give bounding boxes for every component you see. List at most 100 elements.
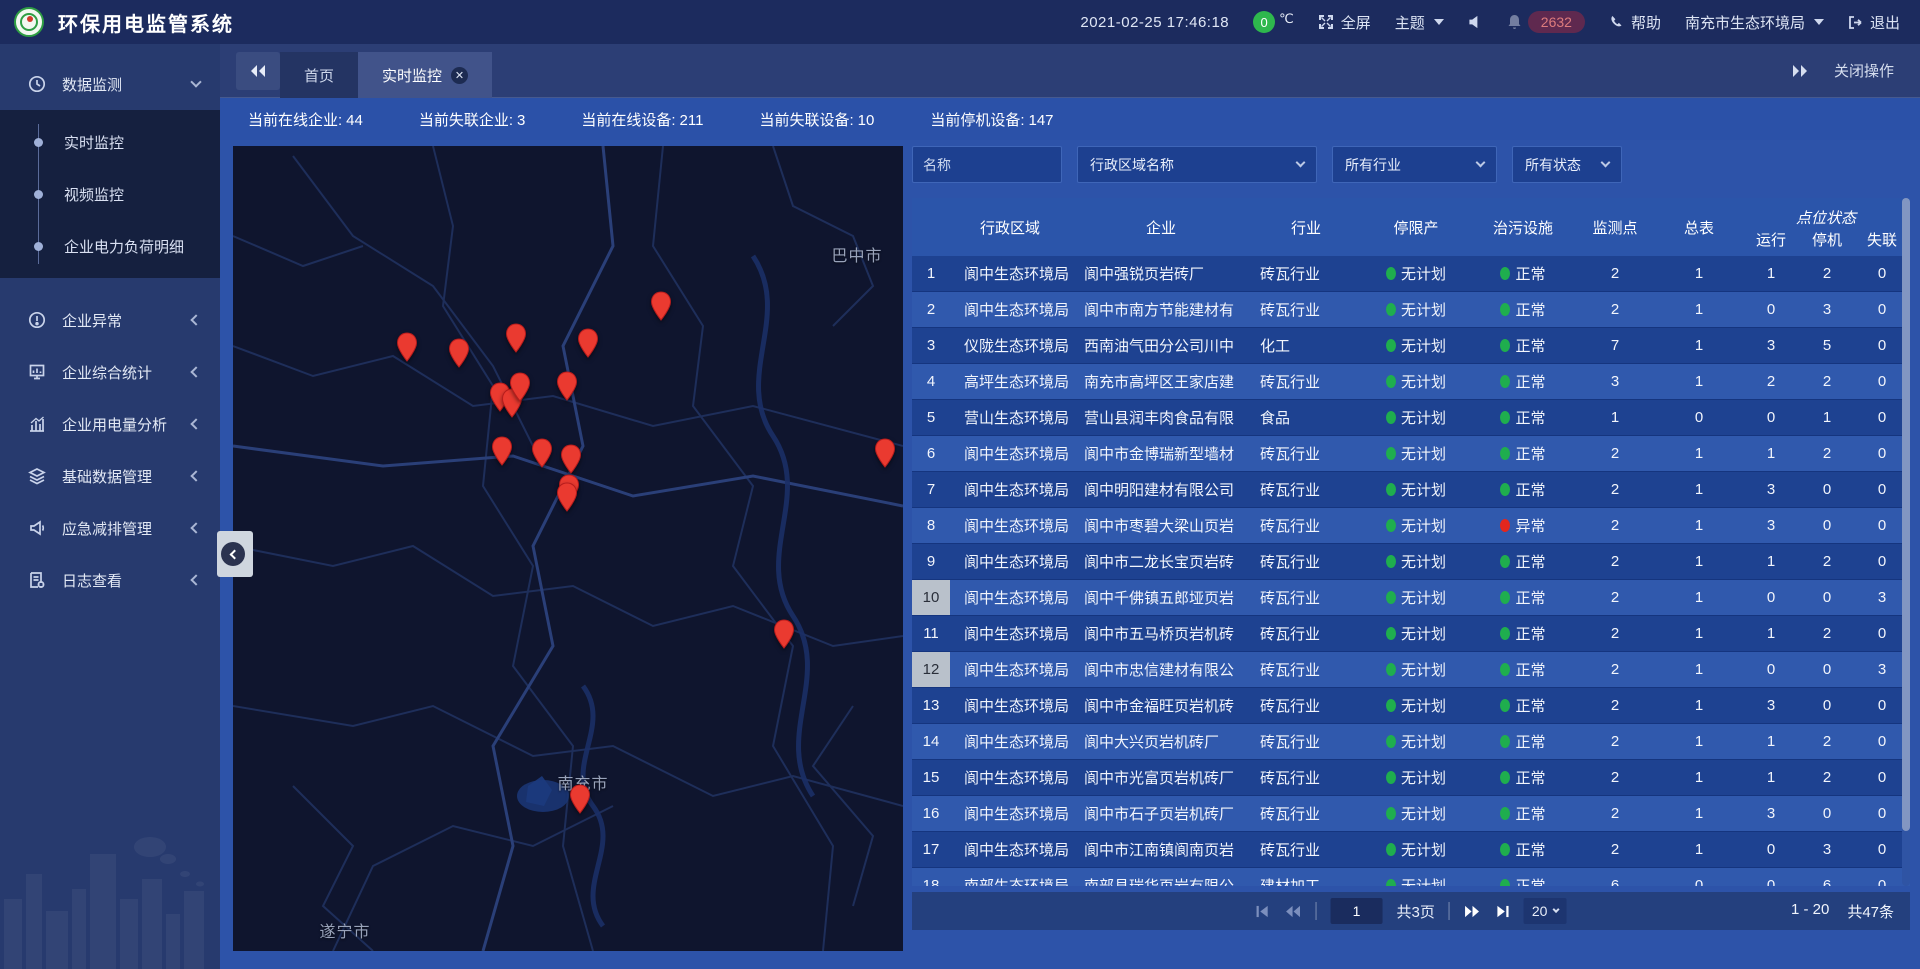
last-page-button[interactable] <box>1495 905 1510 918</box>
map-pin[interactable] <box>569 784 591 814</box>
sidebar-item-video-monitor[interactable]: 视频监控 <box>0 168 220 220</box>
table-row[interactable]: 1 阆中生态环境局 阆中强锐页岩砖厂 砖瓦行业 无计划 正常 2 1 1 2 0 <box>912 256 1910 292</box>
cell-stop-status: 无计划 <box>1360 335 1472 356</box>
cell-run-count: 1 <box>1742 445 1800 462</box>
table-row[interactable]: 3 仪陇生态环境局 西南油气田分公司川中 化工 无计划 正常 7 1 3 5 0 <box>912 328 1910 364</box>
cell-treatment-status: 正常 <box>1472 623 1574 644</box>
first-page-button[interactable] <box>1256 905 1271 918</box>
next-page-button[interactable] <box>1464 905 1481 918</box>
table-row[interactable]: 5 营山生态环境局 营山县润丰肉食品有限 食品 无计划 正常 1 0 0 1 0 <box>912 400 1910 436</box>
app-logo <box>14 7 44 37</box>
map-pin[interactable] <box>491 436 513 466</box>
map-pin[interactable] <box>509 372 531 402</box>
sidebar-item-power-analysis[interactable]: 企业用电量分析 <box>0 398 220 450</box>
table-row[interactable]: 6 阆中生态环境局 阆中市金博瑞新型墙材 砖瓦行业 无计划 正常 2 1 1 2… <box>912 436 1910 472</box>
status-dot-green <box>1386 555 1396 568</box>
table-row[interactable]: 4 高坪生态环境局 南充市高坪区王家店建 砖瓦行业 无计划 正常 3 1 2 2… <box>912 364 1910 400</box>
table-row[interactable]: 9 阆中生态环境局 阆中市二龙长宝页岩砖 砖瓦行业 无计划 正常 2 1 1 2… <box>912 544 1910 580</box>
region-select[interactable]: 行政区域名称 <box>1077 146 1317 183</box>
sidebar-item-realtime-monitor[interactable]: 实时监控 <box>0 116 220 168</box>
page-size-select[interactable]: 20 <box>1524 898 1567 924</box>
theme-dropdown[interactable]: 主题 <box>1395 12 1444 33</box>
sidebar-item-data-monitor[interactable]: 数据监测 <box>0 58 220 110</box>
table-row[interactable]: 10 阆中生态环境局 阆中千佛镇五郎垭页岩 砖瓦行业 无计划 正常 2 1 0 … <box>912 580 1910 616</box>
industry-select[interactable]: 所有行业 <box>1332 146 1497 183</box>
tab-close-icon[interactable]: ✕ <box>451 67 468 84</box>
cell-region: 阆中生态环境局 <box>950 839 1070 860</box>
cell-halt-count: 3 <box>1800 841 1854 858</box>
table-row[interactable]: 7 阆中生态环境局 阆中明阳建材有限公司 砖瓦行业 无计划 正常 2 1 3 0… <box>912 472 1910 508</box>
tabs-scroll-left-button[interactable] <box>236 52 280 90</box>
cell-halt-count: 0 <box>1800 661 1854 678</box>
table-row[interactable]: 18 南部生态环境局 南部县瑞华页岩有限公 建材加工 无计划 正常 6 0 0 … <box>912 868 1910 886</box>
cell-run-count: 1 <box>1742 625 1800 642</box>
map-panel[interactable]: 巴中市南充市遂宁市 <box>233 146 903 951</box>
cell-region: 阆中生态环境局 <box>950 551 1070 572</box>
table-row[interactable]: 14 阆中生态环境局 阆中大兴页岩机砖厂 砖瓦行业 无计划 正常 2 1 1 2… <box>912 724 1910 760</box>
org-dropdown[interactable]: 南充市生态环境局 <box>1685 12 1824 33</box>
cell-industry: 砖瓦行业 <box>1252 263 1360 284</box>
cell-monitor-count: 2 <box>1574 697 1656 714</box>
table-scrollbar[interactable] <box>1902 198 1910 886</box>
help-button[interactable]: 帮助 <box>1609 12 1661 33</box>
double-chevron-right-icon[interactable] <box>1792 65 1808 77</box>
logout-button[interactable]: 退出 <box>1848 12 1900 33</box>
cell-industry: 砖瓦行业 <box>1252 479 1360 500</box>
map-pin[interactable] <box>556 482 578 512</box>
map-pin[interactable] <box>396 332 418 362</box>
table-row[interactable]: 13 阆中生态环境局 阆中市金福旺页岩机砖 砖瓦行业 无计划 正常 2 1 3 … <box>912 688 1910 724</box>
sidebar-item-base-data[interactable]: 基础数据管理 <box>0 450 220 502</box>
industry-select-value: 所有行业 <box>1345 155 1401 175</box>
close-operations-button[interactable]: 关闭操作 <box>1834 60 1894 81</box>
tab-label: 首页 <box>304 65 334 86</box>
cell-halt-count: 6 <box>1800 877 1854 886</box>
map-pin[interactable] <box>505 323 527 353</box>
map-pin[interactable] <box>448 338 470 368</box>
treatment-status-label: 正常 <box>1515 875 1545 886</box>
sidebar-item-enterprise-abnormal[interactable]: 企业异常 <box>0 294 220 346</box>
map-pin[interactable] <box>874 438 896 468</box>
tab-realtime-monitor[interactable]: 实时监控 ✕ <box>358 52 492 98</box>
map-pin[interactable] <box>560 444 582 474</box>
map-pin[interactable] <box>531 438 553 468</box>
sidebar-item-power-load-detail[interactable]: 企业电力负荷明细 <box>0 220 220 272</box>
table-row[interactable]: 17 阆中生态环境局 阆中市江南镇阆南页岩 砖瓦行业 无计划 正常 2 1 0 … <box>912 832 1910 868</box>
cell-stop-status: 无计划 <box>1360 695 1472 716</box>
name-search-input[interactable] <box>912 146 1062 183</box>
fullscreen-button[interactable]: 全屏 <box>1318 12 1371 33</box>
table-row[interactable]: 11 阆中生态环境局 阆中市五马桥页岩机砖 砖瓦行业 无计划 正常 2 1 1 … <box>912 616 1910 652</box>
notifications[interactable]: 2632 <box>1507 11 1585 33</box>
table-row[interactable]: 12 阆中生态环境局 阆中市忠信建材有限公 砖瓦行业 无计划 正常 2 1 0 … <box>912 652 1910 688</box>
sidebar-item-log-view[interactable]: 日志查看 <box>0 554 220 606</box>
cell-halt-count: 5 <box>1800 337 1854 354</box>
page-number-input[interactable] <box>1331 898 1383 924</box>
map-pin[interactable] <box>773 619 795 649</box>
map-collapse-handle[interactable] <box>217 531 253 577</box>
map-pin[interactable] <box>577 328 599 358</box>
tab-home[interactable]: 首页 <box>280 52 358 98</box>
sidebar-item-emergency-reduction[interactable]: 应急减排管理 <box>0 502 220 554</box>
map-pin[interactable] <box>556 371 578 401</box>
cell-industry: 砖瓦行业 <box>1252 767 1360 788</box>
table-row[interactable]: 16 阆中生态环境局 阆中市石子页岩机砖厂 砖瓦行业 无计划 正常 2 1 3 … <box>912 796 1910 832</box>
region-select-value: 行政区域名称 <box>1090 155 1174 175</box>
mute-button[interactable] <box>1468 15 1483 29</box>
chevron-left-icon <box>230 549 240 559</box>
map-pin[interactable] <box>650 291 672 321</box>
cell-halt-count: 2 <box>1800 625 1854 642</box>
table-row[interactable]: 8 阆中生态环境局 阆中市枣碧大梁山页岩 砖瓦行业 无计划 异常 2 1 3 0… <box>912 508 1910 544</box>
cell-index: 18 <box>912 868 950 886</box>
sidebar-item-enterprise-statistics[interactable]: 企业综合统计 <box>0 346 220 398</box>
cell-run-count: 3 <box>1742 337 1800 354</box>
cell-treatment-status: 正常 <box>1472 371 1574 392</box>
treatment-status-label: 正常 <box>1515 695 1545 716</box>
map-city-label: 巴中市 <box>831 242 882 266</box>
status-dot-green <box>1386 411 1396 424</box>
status-select[interactable]: 所有状态 <box>1512 146 1622 183</box>
cell-index: 16 <box>912 796 950 831</box>
prev-page-button[interactable] <box>1285 905 1302 918</box>
table-row[interactable]: 15 阆中生态环境局 阆中市光富页岩机砖厂 砖瓦行业 无计划 正常 2 1 1 … <box>912 760 1910 796</box>
cell-company: 阆中明阳建材有限公司 <box>1070 479 1252 500</box>
table-row[interactable]: 2 阆中生态环境局 阆中市南方节能建材有 砖瓦行业 无计划 正常 2 1 0 3… <box>912 292 1910 328</box>
sidebar-item-label: 企业异常 <box>62 310 192 331</box>
